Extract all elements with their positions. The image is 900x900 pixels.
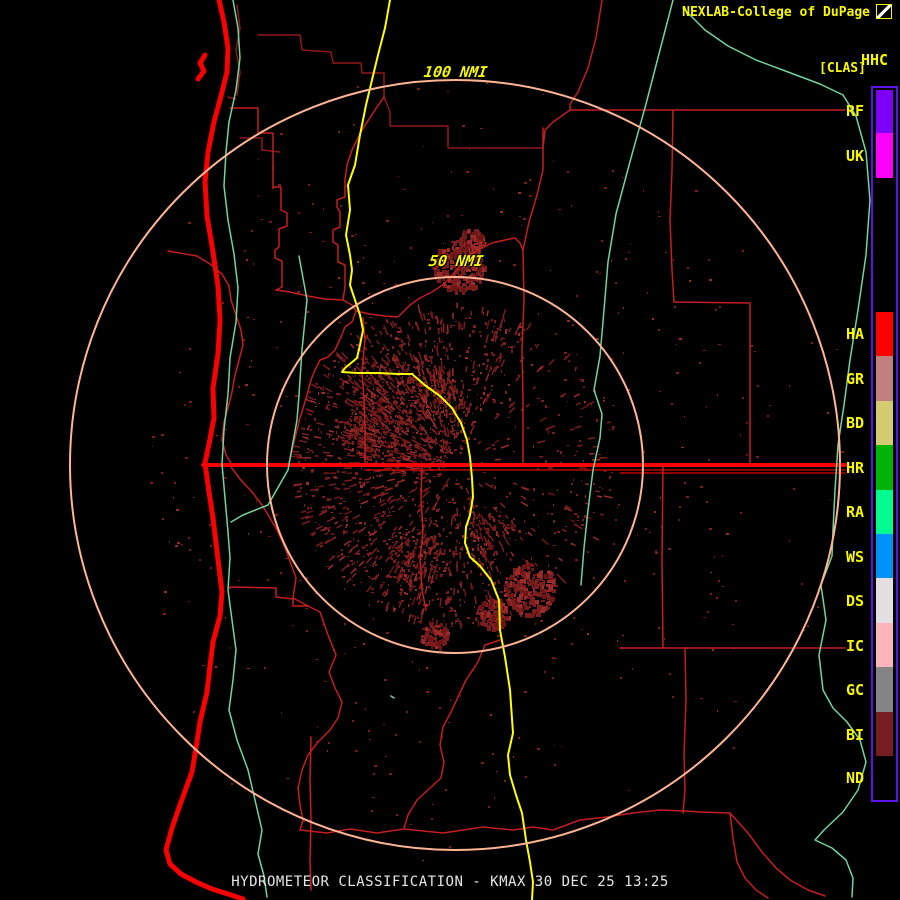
range-ring-label-50: 50 NMI [427,252,485,270]
county-lines [403,639,501,829]
county-lines [230,466,288,554]
legend-label-uk: UK [846,147,865,165]
county-lines [521,127,544,464]
legend-label-ws: WS [846,548,865,566]
product-mode-label: [CLAS] [819,61,866,76]
legend-swatch-nd [876,756,893,799]
echo-radial-streaks [293,302,613,621]
legend-swatch-gr [876,356,893,401]
rivers-green [580,0,674,586]
legend-swatch-uk [876,133,893,178]
rivers-green [221,0,268,898]
cod-logo-icon [876,4,892,19]
legend-swatch-ic [876,623,893,667]
legend-swatch-bd [876,401,893,445]
coastline [163,0,246,900]
legend-label-hr: HR [846,459,865,477]
legend-label-gc: GC [846,681,865,699]
county-dark [257,34,544,149]
county-lines [332,96,385,301]
county-lines [299,809,731,834]
legend-label-ds: DS [846,592,865,610]
legend-label-ha: HA [846,325,865,343]
legend-swatch-rf [876,90,893,133]
legend-swatch-ds [876,578,893,623]
county-lines [542,0,603,149]
county-lines [275,289,344,301]
county-lines [682,647,687,814]
county-lines [229,586,309,607]
county-lines [229,107,288,291]
radar-viewer: 50 NMI 100 NMI NEXLAB-College of DuPage … [0,0,900,900]
legend-swatch-ra [876,490,893,534]
rivers-green [682,7,844,96]
county-lines [309,736,312,891]
legend-label-bd: BD [846,414,865,432]
echo-speckles [164,186,829,861]
county-lines [669,109,675,303]
status-bar-text: HYDROMETEOR CLASSIFICATION - KMAX 30 DEC… [231,874,669,890]
legend-swatch-bi [876,712,893,756]
echo-radial-streaks [290,306,611,629]
county-dark [239,137,281,153]
radar-echoes [150,82,844,861]
legend-label-nd: ND [846,769,865,787]
legend-label-bi: BI [846,726,865,744]
legend-swatch-ws [876,534,893,578]
legend-color-bar [871,86,898,802]
echo-speckles [181,94,838,752]
legend-label-ra: RA [846,503,865,521]
county-lines [673,301,751,304]
county-lines [167,250,244,464]
range-ring-label-100: 100 NMI [422,63,489,81]
legend-swatch-ha [876,312,893,356]
county-lines [661,466,664,649]
legend-label-gr: GR [846,370,865,388]
rivers-green [390,695,395,699]
county-lines [286,552,343,831]
legend-swatch-gc [876,667,893,712]
legend-swatch-hr [876,445,893,490]
header-title: NEXLAB-College of DuPage [682,5,870,20]
radar-map [69,0,871,900]
legend-label-rf: RF [846,102,865,120]
legend-label-ic: IC [846,637,865,655]
map-lines [163,0,871,900]
coastline [195,52,208,82]
